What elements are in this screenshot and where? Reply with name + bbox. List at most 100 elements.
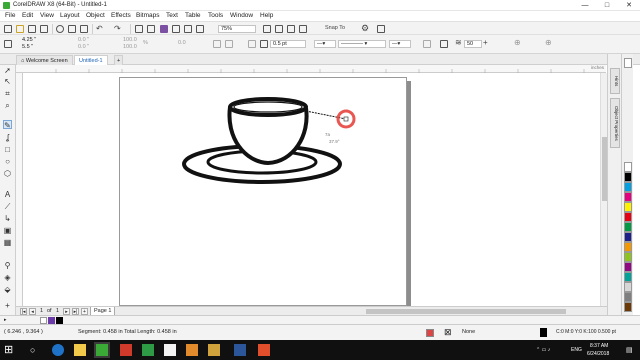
coreldraw-taskbar-icon[interactable]	[96, 344, 108, 356]
swatch-brown[interactable]	[624, 302, 632, 312]
notepad-icon[interactable]	[164, 344, 176, 356]
swatch-yellow[interactable]	[624, 202, 632, 212]
next-page-button[interactable]: ▸	[63, 308, 70, 315]
teacup-drawing[interactable]: 7a 37.9°	[120, 78, 408, 307]
redo-icon[interactable]: ↷	[114, 24, 121, 33]
ellipse-tool-icon[interactable]: ○	[3, 157, 12, 166]
language-indicator[interactable]: ENG	[571, 347, 582, 353]
transparency-icon[interactable]: ▦	[3, 238, 12, 247]
interactive-fill-icon[interactable]: ◈	[3, 273, 12, 282]
menu-file[interactable]: File	[5, 12, 15, 19]
rectangle-tool-icon[interactable]: □	[3, 145, 12, 154]
swatch-gray[interactable]	[624, 292, 632, 302]
camtasia-icon[interactable]	[142, 344, 154, 356]
new-document-icon[interactable]	[4, 25, 12, 33]
doc-swatch-black[interactable]	[56, 317, 63, 324]
y-position-field[interactable]: 5.5 "	[20, 44, 46, 52]
crop-tool-icon[interactable]: ⌗	[3, 89, 12, 98]
auto-close-curve-icon[interactable]	[248, 40, 256, 48]
crosshair-alt-icon[interactable]: ⊕	[545, 38, 552, 47]
clock-date[interactable]: 6/24/2018	[587, 351, 609, 357]
horizontal-scroll-thumb[interactable]	[366, 309, 566, 314]
tray-icons[interactable]: ⌃ ▭ ♪	[536, 347, 550, 353]
show-rulers-icon[interactable]	[275, 25, 283, 33]
plus-icon[interactable]: +	[483, 38, 488, 47]
start-arrowhead-select[interactable]: —▾	[314, 40, 336, 48]
smart-fill-icon[interactable]: ⬙	[3, 285, 12, 294]
vertical-ruler[interactable]	[16, 73, 23, 306]
tab-welcome-screen[interactable]: ⌂ Welcome Screen	[16, 55, 73, 65]
menu-effects[interactable]: Effects	[111, 12, 131, 19]
windows-start-icon[interactable]: ⊞	[4, 344, 16, 356]
crosshair-icon[interactable]: ⊕	[514, 38, 521, 47]
swatch-blue[interactable]	[624, 232, 632, 242]
text-wrap-icon[interactable]	[423, 40, 431, 48]
no-color-swatch[interactable]	[40, 317, 47, 324]
swatch-green[interactable]	[624, 222, 632, 232]
menu-bitmaps[interactable]: Bitmaps	[136, 12, 159, 19]
drawing-canvas[interactable]: 7a 37.9°	[23, 73, 600, 306]
store-icon[interactable]	[208, 344, 220, 356]
last-page-button[interactable]: ▸|	[72, 308, 79, 315]
swatch-red[interactable]	[624, 212, 632, 222]
close-curve-icon[interactable]	[440, 40, 448, 48]
file-explorer-icon[interactable]	[74, 344, 86, 356]
swatch-magenta[interactable]	[624, 192, 632, 202]
object-origin-icon[interactable]	[4, 40, 12, 48]
scale-height-field[interactable]: 100.0	[121, 44, 141, 52]
zoom-tool-icon[interactable]: ⌕	[3, 101, 12, 110]
menu-layout[interactable]: Layout	[60, 12, 80, 19]
edge-browser-icon[interactable]	[52, 344, 64, 356]
search-content-icon[interactable]	[135, 25, 143, 33]
paste-icon[interactable]	[80, 25, 88, 33]
add-tab-button[interactable]: +	[114, 55, 124, 65]
palette-menu-icon[interactable]: ▸	[4, 317, 7, 323]
parallel-dimension-icon[interactable]: ⟋	[3, 202, 12, 211]
search-icon[interactable]: ○	[30, 344, 42, 356]
import-icon[interactable]	[147, 25, 155, 33]
publish-pdf-icon[interactable]	[172, 25, 180, 33]
swatch-black[interactable]	[624, 172, 632, 182]
swatch-cyan[interactable]	[624, 182, 632, 192]
screen-recorder-icon[interactable]	[258, 344, 270, 356]
save-icon[interactable]	[28, 25, 36, 33]
swatch-light-gray[interactable]	[624, 282, 632, 292]
cut-icon[interactable]	[56, 25, 64, 33]
swatch-orange[interactable]	[624, 242, 632, 252]
menu-view[interactable]: View	[40, 12, 54, 19]
first-page-button[interactable]: |◂	[20, 308, 27, 315]
paint-icon[interactable]	[186, 344, 198, 356]
maximize-button[interactable]: □	[596, 0, 618, 11]
add-tool-icon[interactable]: +	[3, 301, 12, 310]
menu-table[interactable]: Table	[185, 12, 201, 19]
launch-icon[interactable]	[377, 25, 385, 33]
eyedropper-icon[interactable]: ⚲	[3, 261, 12, 270]
snap-to-dropdown[interactable]: Snap To	[325, 25, 345, 31]
show-guidelines-icon[interactable]	[299, 25, 307, 33]
menu-window[interactable]: Window	[230, 12, 253, 19]
freehand-pen-icon[interactable]: ✎	[3, 120, 12, 130]
document-page[interactable]: 7a 37.9°	[119, 77, 407, 306]
vertical-scrollbar[interactable]	[600, 73, 607, 306]
zoom-level-field[interactable]: 75%	[218, 25, 256, 33]
undo-icon[interactable]: ↶	[96, 24, 103, 33]
horizontal-ruler[interactable]: inches	[16, 65, 606, 73]
connector-tool-icon[interactable]: ↳	[3, 214, 12, 223]
polygon-tool-icon[interactable]: ⬡	[3, 169, 12, 178]
show-grid-icon[interactable]	[287, 25, 295, 33]
menu-object[interactable]: Object	[86, 12, 105, 19]
text-tool-icon[interactable]: A	[3, 190, 12, 199]
export-icon[interactable]	[160, 25, 168, 33]
swatch-lime[interactable]	[624, 252, 632, 262]
swatch-teal[interactable]	[624, 272, 632, 282]
swatch-purple[interactable]	[624, 262, 632, 272]
copy-icon[interactable]	[68, 25, 76, 33]
word-icon[interactable]	[234, 344, 246, 356]
menu-tools[interactable]: Tools	[208, 12, 223, 19]
swatch-none[interactable]	[624, 58, 632, 68]
welcome-screen-icon[interactable]	[196, 25, 204, 33]
shape-tool-icon[interactable]: ↖	[3, 77, 12, 86]
gear-icon[interactable]: ⚙	[361, 23, 369, 34]
height-field[interactable]: 0.0 "	[76, 44, 98, 52]
menu-edit[interactable]: Edit	[22, 12, 33, 19]
